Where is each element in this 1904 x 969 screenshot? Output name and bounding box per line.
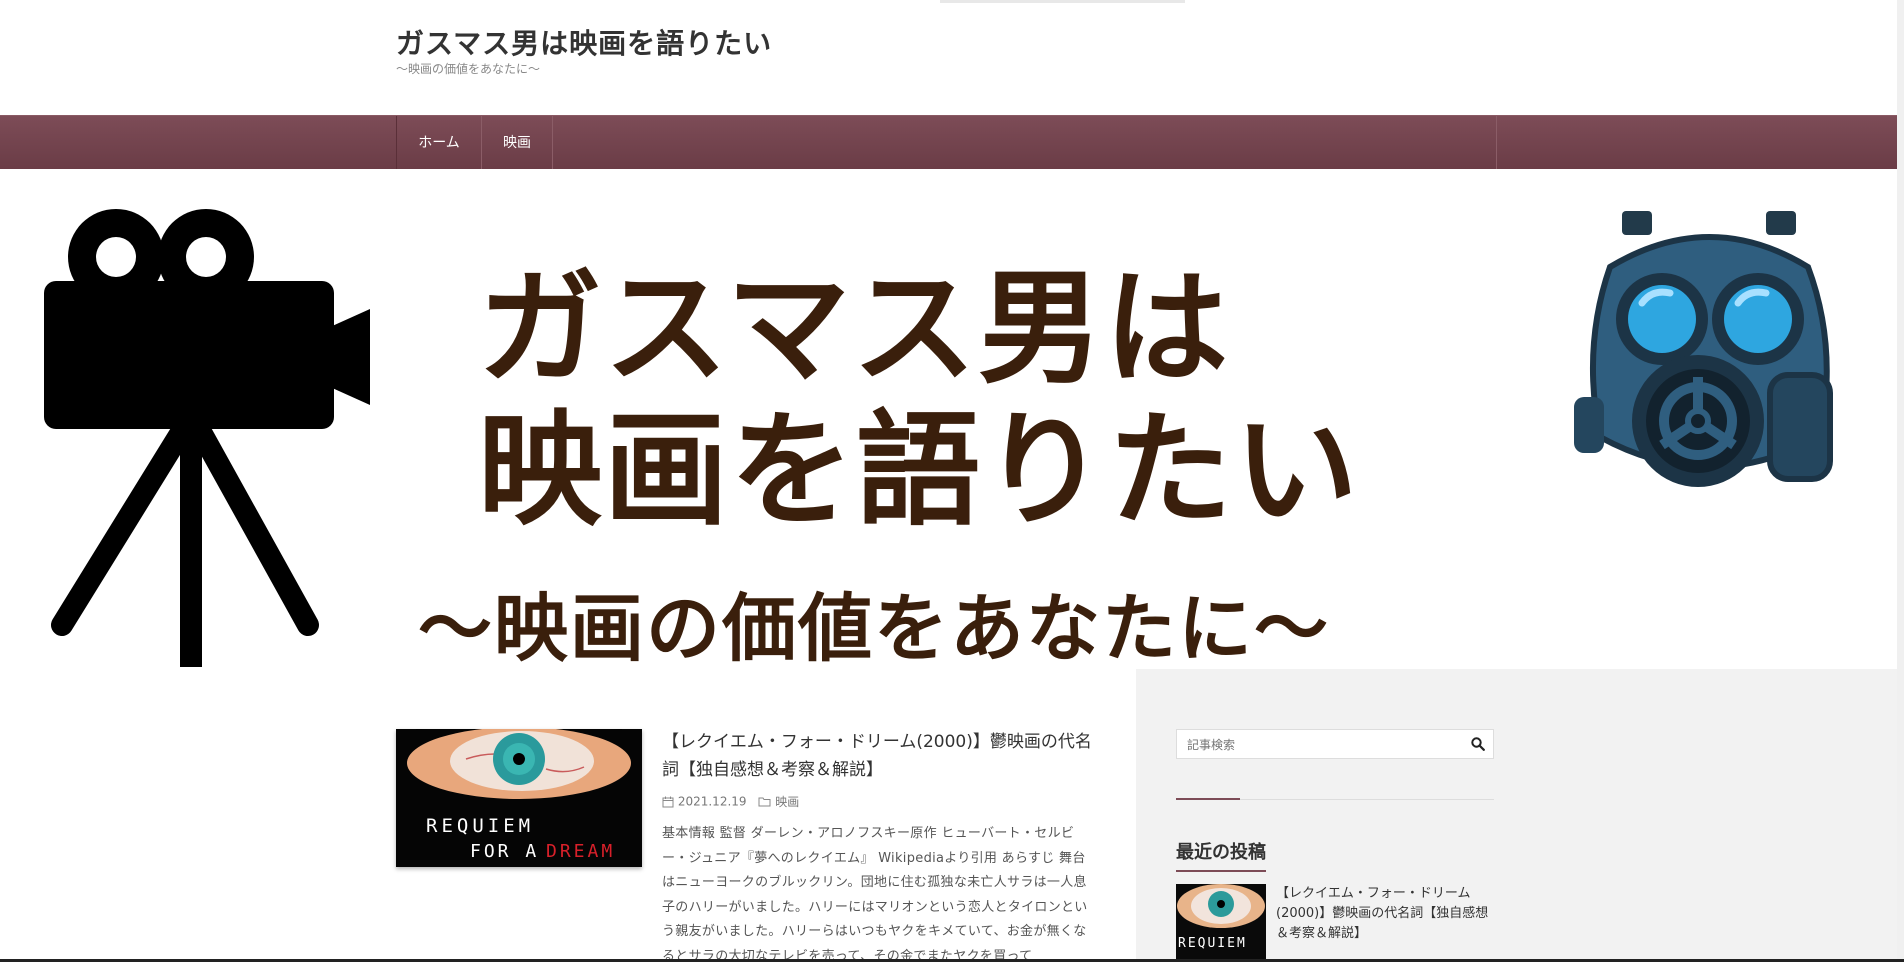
hero-subtitle: 〜映画の価値をあなたに〜 (418, 586, 1330, 669)
site-title[interactable]: ガスマス男は映画を語りたい (396, 22, 772, 62)
thumb-text-requiem: REQUIEM (426, 815, 535, 837)
article-thumbnail[interactable]: REQUIEM FOR A DREAM (396, 729, 642, 867)
recent-post-link[interactable]: 【レクイエム・フォー・ドリーム(2000)】鬱映画の代名詞【独自感想＆考察＆解説… (1276, 884, 1496, 944)
article-meta: 2021.12.19 映画 (662, 793, 799, 810)
search-box[interactable] (1176, 729, 1494, 760)
site-description: 〜映画の価値をあなたに〜 (396, 62, 541, 76)
search-input[interactable] (1185, 730, 1469, 760)
hero-banner[interactable]: ガスマス男は 映画を語りたい 〜映画の価値をあなたに〜 (0, 169, 1897, 669)
sidebar-divider-accent (1176, 798, 1240, 800)
calendar-icon (662, 796, 674, 807)
recent-post-thumbnail[interactable]: REQUIEM (1176, 884, 1266, 962)
nav-item-home[interactable]: ホーム (397, 116, 482, 170)
site-header: ガスマス男は映画を語りたい 〜映画の価値をあなたに〜 (0, 0, 1904, 115)
search-icon[interactable] (1471, 737, 1485, 751)
gas-mask-icon (1574, 211, 1833, 487)
hero-title-line2: 映画を語りたい (478, 399, 1361, 543)
nav-inner: ホーム 映画 (396, 116, 1497, 170)
article-title-link[interactable]: 【レクイエム・フォー・ドリーム(2000)】鬱映画の代名詞【独自感想＆考察＆解説… (662, 728, 1102, 784)
top-bar-ghost (940, 0, 1185, 3)
window-scrollbar[interactable] (1897, 0, 1904, 962)
folder-icon (758, 797, 771, 807)
recent-posts-heading: 最近の投稿 (1176, 838, 1266, 872)
movie-camera-icon (44, 209, 370, 667)
thumb-text-dream: DREAM (546, 841, 616, 862)
thumb-text-for-a: FOR A (470, 841, 540, 862)
article-category-link[interactable]: 映画 (775, 795, 799, 809)
article-excerpt: 基本情報 監督 ダーレン・アロノフスキー原作 ヒューバート・セルビー・ジュニア『… (662, 826, 1088, 964)
article-date: 2021.12.19 (677, 794, 747, 809)
recent-thumb-text: REQUIEM (1178, 936, 1247, 951)
nav-item-movies[interactable]: 映画 (482, 116, 553, 170)
global-nav: ホーム 映画 (0, 115, 1897, 170)
